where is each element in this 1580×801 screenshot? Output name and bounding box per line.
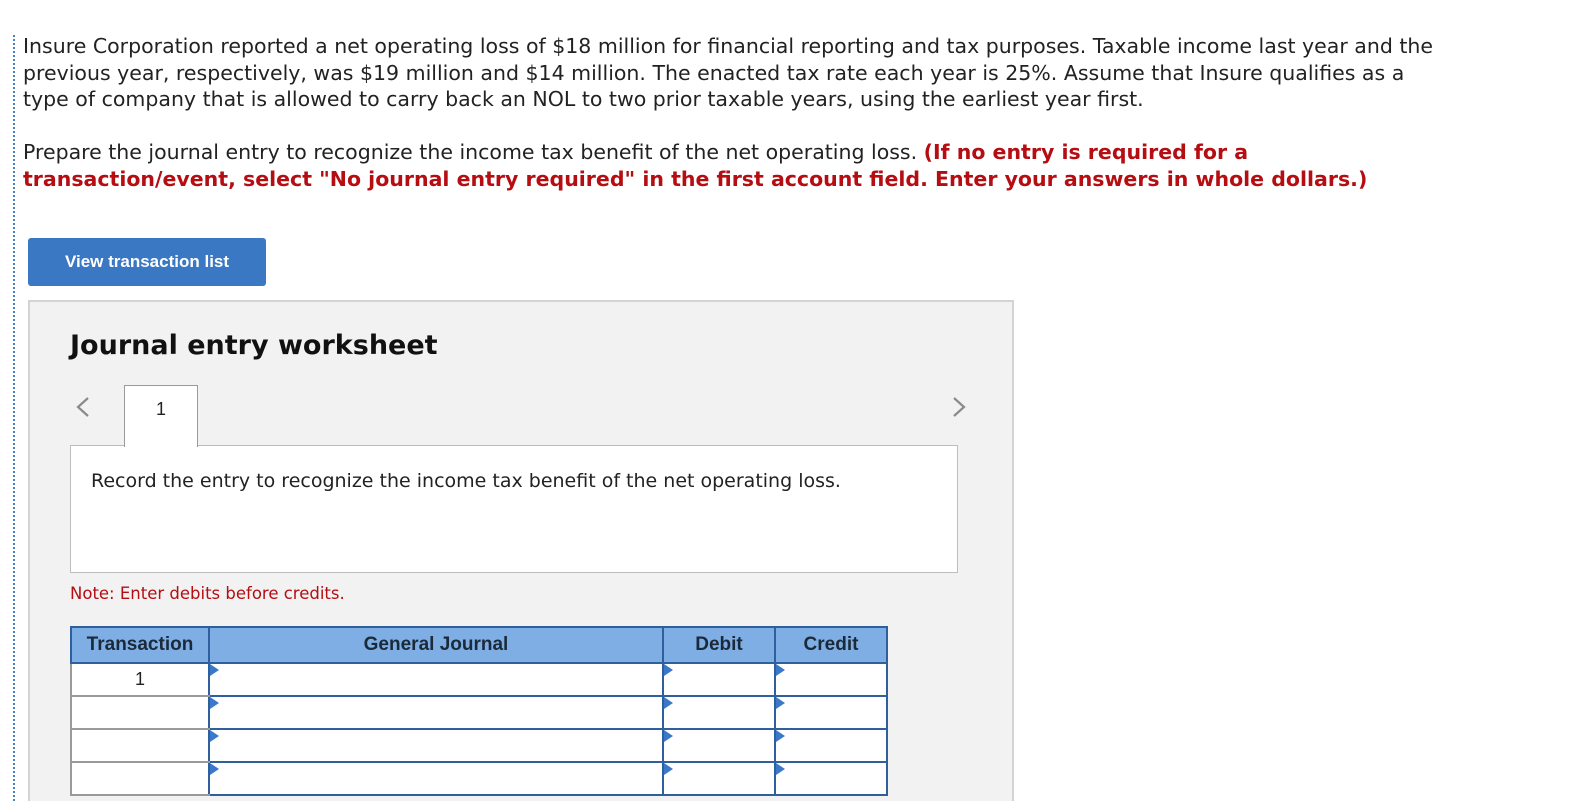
debit-field[interactable]	[662, 728, 776, 763]
account-field[interactable]	[208, 695, 664, 730]
journal-entry-worksheet: Journal entry worksheet Record the entry…	[28, 300, 1014, 801]
debit-field[interactable]	[662, 662, 776, 697]
transaction-cell	[70, 728, 210, 763]
page: Insure Corporation reported a net operat…	[0, 0, 1580, 801]
entry-note: Note: Enter debits before credits.	[70, 584, 345, 603]
table-row	[70, 761, 888, 796]
transaction-cell	[70, 761, 210, 796]
instructions-text: Prepare the journal entry to recognize t…	[23, 140, 918, 164]
table-row: 1	[70, 662, 888, 697]
input-marker-icon	[776, 697, 785, 709]
view-transaction-list-button[interactable]: View transaction list	[28, 238, 266, 286]
account-field[interactable]	[208, 761, 664, 796]
credit-field[interactable]	[774, 761, 888, 796]
next-entry-button[interactable]	[944, 392, 974, 422]
input-marker-icon	[776, 664, 785, 676]
header-debit: Debit	[662, 626, 776, 664]
input-marker-icon	[776, 730, 785, 742]
debit-field[interactable]	[662, 695, 776, 730]
table-row	[70, 728, 888, 763]
chevron-right-icon	[953, 397, 966, 417]
prev-entry-button[interactable]	[68, 392, 98, 422]
table-header-row: Transaction General Journal Debit Credit	[70, 626, 888, 664]
input-marker-icon	[776, 763, 785, 775]
transaction-cell: 1	[70, 662, 210, 697]
header-transaction: Transaction	[70, 626, 210, 664]
account-field[interactable]	[208, 728, 664, 763]
dropdown-marker-icon	[210, 763, 219, 775]
account-field[interactable]	[208, 662, 664, 697]
credit-field[interactable]	[774, 695, 888, 730]
credit-field[interactable]	[774, 728, 888, 763]
header-general-journal: General Journal	[208, 626, 664, 664]
worksheet-title: Journal entry worksheet	[70, 330, 438, 361]
chevron-left-icon	[76, 397, 89, 417]
debit-field[interactable]	[662, 761, 776, 796]
input-marker-icon	[664, 730, 673, 742]
header-credit: Credit	[774, 626, 888, 664]
problem-statement: Insure Corporation reported a net operat…	[23, 34, 1434, 112]
dropdown-marker-icon	[210, 697, 219, 709]
dropdown-marker-icon	[210, 730, 219, 742]
transaction-cell	[70, 695, 210, 730]
input-marker-icon	[664, 664, 673, 676]
table-row	[70, 695, 888, 730]
input-marker-icon	[664, 697, 673, 709]
record-instructions-text: Record the entry to recognize the income…	[91, 470, 841, 492]
dotted-rule	[13, 35, 15, 801]
instructions: Prepare the journal entry to recognize t…	[23, 139, 1463, 192]
credit-field[interactable]	[774, 662, 888, 697]
general-journal-table: Transaction General Journal Debit Credit…	[70, 626, 888, 796]
dropdown-marker-icon	[210, 664, 219, 676]
entry-tab-1[interactable]: 1	[124, 385, 198, 447]
input-marker-icon	[664, 763, 673, 775]
record-instructions-box: Record the entry to recognize the income…	[70, 445, 958, 573]
